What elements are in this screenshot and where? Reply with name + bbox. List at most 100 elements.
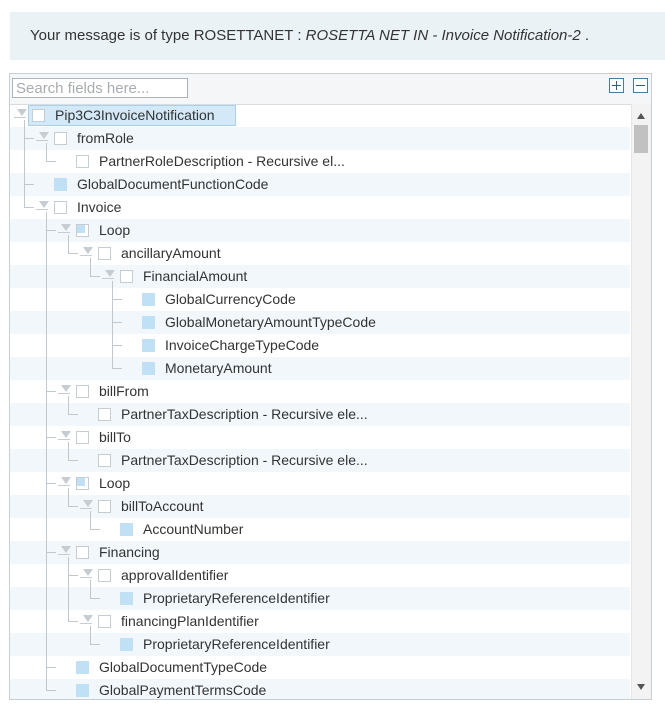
tree-connector bbox=[90, 644, 100, 645]
tree-row[interactable]: AccountNumber bbox=[10, 518, 630, 541]
node-checkbox-icon[interactable] bbox=[76, 661, 89, 674]
node-checkbox-icon[interactable] bbox=[54, 201, 67, 214]
tree-row[interactable]: ProprietaryReferenceIdentifier bbox=[10, 587, 630, 610]
tree-row[interactable]: FinancialAmount bbox=[10, 265, 630, 288]
node-checkbox-icon[interactable] bbox=[120, 638, 133, 651]
tree-connector bbox=[112, 345, 122, 346]
expander-toggle-icon[interactable] bbox=[102, 269, 116, 283]
node-label: approvalIdentifier bbox=[121, 567, 229, 583]
expander-toggle-icon[interactable] bbox=[36, 131, 50, 145]
tree-connector bbox=[68, 414, 78, 415]
tree-toolbar bbox=[10, 74, 651, 105]
node-label: AccountNumber bbox=[143, 521, 244, 537]
tree-row[interactable]: Invoice bbox=[10, 196, 630, 219]
tree-connector bbox=[46, 667, 56, 668]
tree-row[interactable]: MonetaryAmount bbox=[10, 357, 630, 380]
tree-row[interactable]: fromRole bbox=[10, 127, 630, 150]
tree-row[interactable]: Pip3C3InvoiceNotification bbox=[10, 104, 630, 127]
node-checkbox-icon[interactable] bbox=[98, 615, 111, 628]
node-checkbox-icon[interactable] bbox=[98, 569, 111, 582]
tree-connector bbox=[46, 552, 56, 553]
node-checkbox-icon[interactable] bbox=[98, 500, 111, 513]
tree-row[interactable]: billTo bbox=[10, 426, 630, 449]
node-checkbox-icon[interactable] bbox=[120, 592, 133, 605]
collapse-all-button[interactable] bbox=[633, 78, 648, 93]
node-checkbox-icon[interactable] bbox=[76, 684, 89, 697]
tree-row[interactable]: InvoiceChargeTypeCode bbox=[10, 334, 630, 357]
tree-row[interactable]: billFrom bbox=[10, 380, 630, 403]
node-checkbox-icon[interactable] bbox=[54, 132, 67, 145]
node-checkbox-icon[interactable] bbox=[142, 316, 155, 329]
tree-guide-line bbox=[46, 212, 47, 690]
search-input[interactable] bbox=[12, 78, 188, 98]
node-checkbox-icon[interactable] bbox=[142, 362, 155, 375]
tree-row[interactable]: GlobalCurrencyCode bbox=[10, 288, 630, 311]
tree-row[interactable]: ProprietaryReferenceIdentifier bbox=[10, 633, 630, 656]
node-checkbox-icon[interactable] bbox=[76, 546, 89, 559]
node-checkbox-icon[interactable] bbox=[76, 224, 89, 237]
node-checkbox-icon[interactable] bbox=[76, 385, 89, 398]
expander-toggle-icon[interactable] bbox=[14, 108, 28, 122]
tree-scrollbar[interactable] bbox=[631, 104, 651, 699]
node-label: MonetaryAmount bbox=[165, 360, 272, 376]
node-checkbox-icon[interactable] bbox=[120, 523, 133, 536]
node-checkbox-icon[interactable] bbox=[98, 454, 111, 467]
tree-row[interactable]: GlobalPaymentTermsCode bbox=[10, 679, 630, 699]
node-checkbox-icon[interactable] bbox=[98, 408, 111, 421]
expand-all-button[interactable] bbox=[609, 78, 624, 93]
scroll-up-arrow-icon[interactable] bbox=[637, 113, 645, 119]
tree-row[interactable]: GlobalDocumentTypeCode bbox=[10, 656, 630, 679]
tree-connector bbox=[68, 506, 78, 507]
tree-row[interactable]: financingPlanIdentifier bbox=[10, 610, 630, 633]
tree-guide-line bbox=[90, 580, 91, 598]
expander-toggle-icon[interactable] bbox=[80, 614, 94, 628]
node-label: billFrom bbox=[99, 383, 149, 399]
node-checkbox-icon[interactable] bbox=[98, 247, 111, 260]
expander-toggle-icon[interactable] bbox=[80, 568, 94, 582]
node-label: PartnerTaxDescription - Recursive ele... bbox=[121, 406, 368, 422]
node-checkbox-icon[interactable] bbox=[142, 339, 155, 352]
node-label: PartnerRoleDescription - Recursive el... bbox=[99, 153, 345, 169]
expander-toggle-icon[interactable] bbox=[58, 430, 72, 444]
tree-row[interactable]: Loop bbox=[10, 472, 630, 495]
node-label: GlobalMonetaryAmountTypeCode bbox=[165, 314, 376, 330]
tree-row[interactable]: approvalIdentifier bbox=[10, 564, 630, 587]
expander-toggle-icon[interactable] bbox=[58, 223, 72, 237]
banner-message-name: ROSETTA NET IN - Invoice Notification-2 bbox=[305, 27, 581, 44]
tree-row[interactable]: GlobalDocumentFunctionCode bbox=[10, 173, 630, 196]
node-label: ancillaryAmount bbox=[121, 245, 221, 261]
expander-toggle-icon[interactable] bbox=[80, 499, 94, 513]
scroll-thumb[interactable] bbox=[634, 125, 648, 153]
tree-connector bbox=[68, 621, 78, 622]
expander-toggle-icon[interactable] bbox=[58, 476, 72, 490]
node-checkbox-icon[interactable] bbox=[120, 270, 133, 283]
node-label: FinancialAmount bbox=[143, 268, 248, 284]
node-checkbox-icon[interactable] bbox=[76, 477, 89, 490]
tree-row[interactable]: PartnerTaxDescription - Recursive ele... bbox=[10, 449, 630, 472]
node-checkbox-icon[interactable] bbox=[76, 155, 89, 168]
tree-row[interactable]: PartnerTaxDescription - Recursive ele... bbox=[10, 403, 630, 426]
tree-row[interactable]: Financing bbox=[10, 541, 630, 564]
tree-connector bbox=[112, 299, 122, 300]
tree-row[interactable]: ancillaryAmount bbox=[10, 242, 630, 265]
tree-guide-line bbox=[90, 511, 91, 529]
expander-toggle-icon[interactable] bbox=[58, 384, 72, 398]
expander-toggle-icon[interactable] bbox=[36, 200, 50, 214]
node-checkbox-icon[interactable] bbox=[76, 431, 89, 444]
node-label: Loop bbox=[99, 475, 131, 491]
tree-guide-line bbox=[68, 488, 69, 506]
tree-row[interactable]: GlobalMonetaryAmountTypeCode bbox=[10, 311, 630, 334]
expander-toggle-icon[interactable] bbox=[80, 246, 94, 260]
node-label: ProprietaryReferenceIdentifier bbox=[143, 590, 330, 606]
expander-toggle-icon[interactable] bbox=[58, 545, 72, 559]
tree-row[interactable]: billToAccount bbox=[10, 495, 630, 518]
tree-row[interactable]: Loop bbox=[10, 219, 630, 242]
node-label: fromRole bbox=[77, 130, 134, 146]
tree-row[interactable]: PartnerRoleDescription - Recursive el... bbox=[10, 150, 630, 173]
node-label: GlobalPaymentTermsCode bbox=[99, 682, 267, 698]
node-checkbox-icon[interactable] bbox=[32, 109, 45, 122]
node-checkbox-icon[interactable] bbox=[142, 293, 155, 306]
node-checkbox-icon[interactable] bbox=[54, 178, 67, 191]
tree-connector bbox=[46, 230, 56, 231]
scroll-down-arrow-icon[interactable] bbox=[637, 684, 645, 690]
